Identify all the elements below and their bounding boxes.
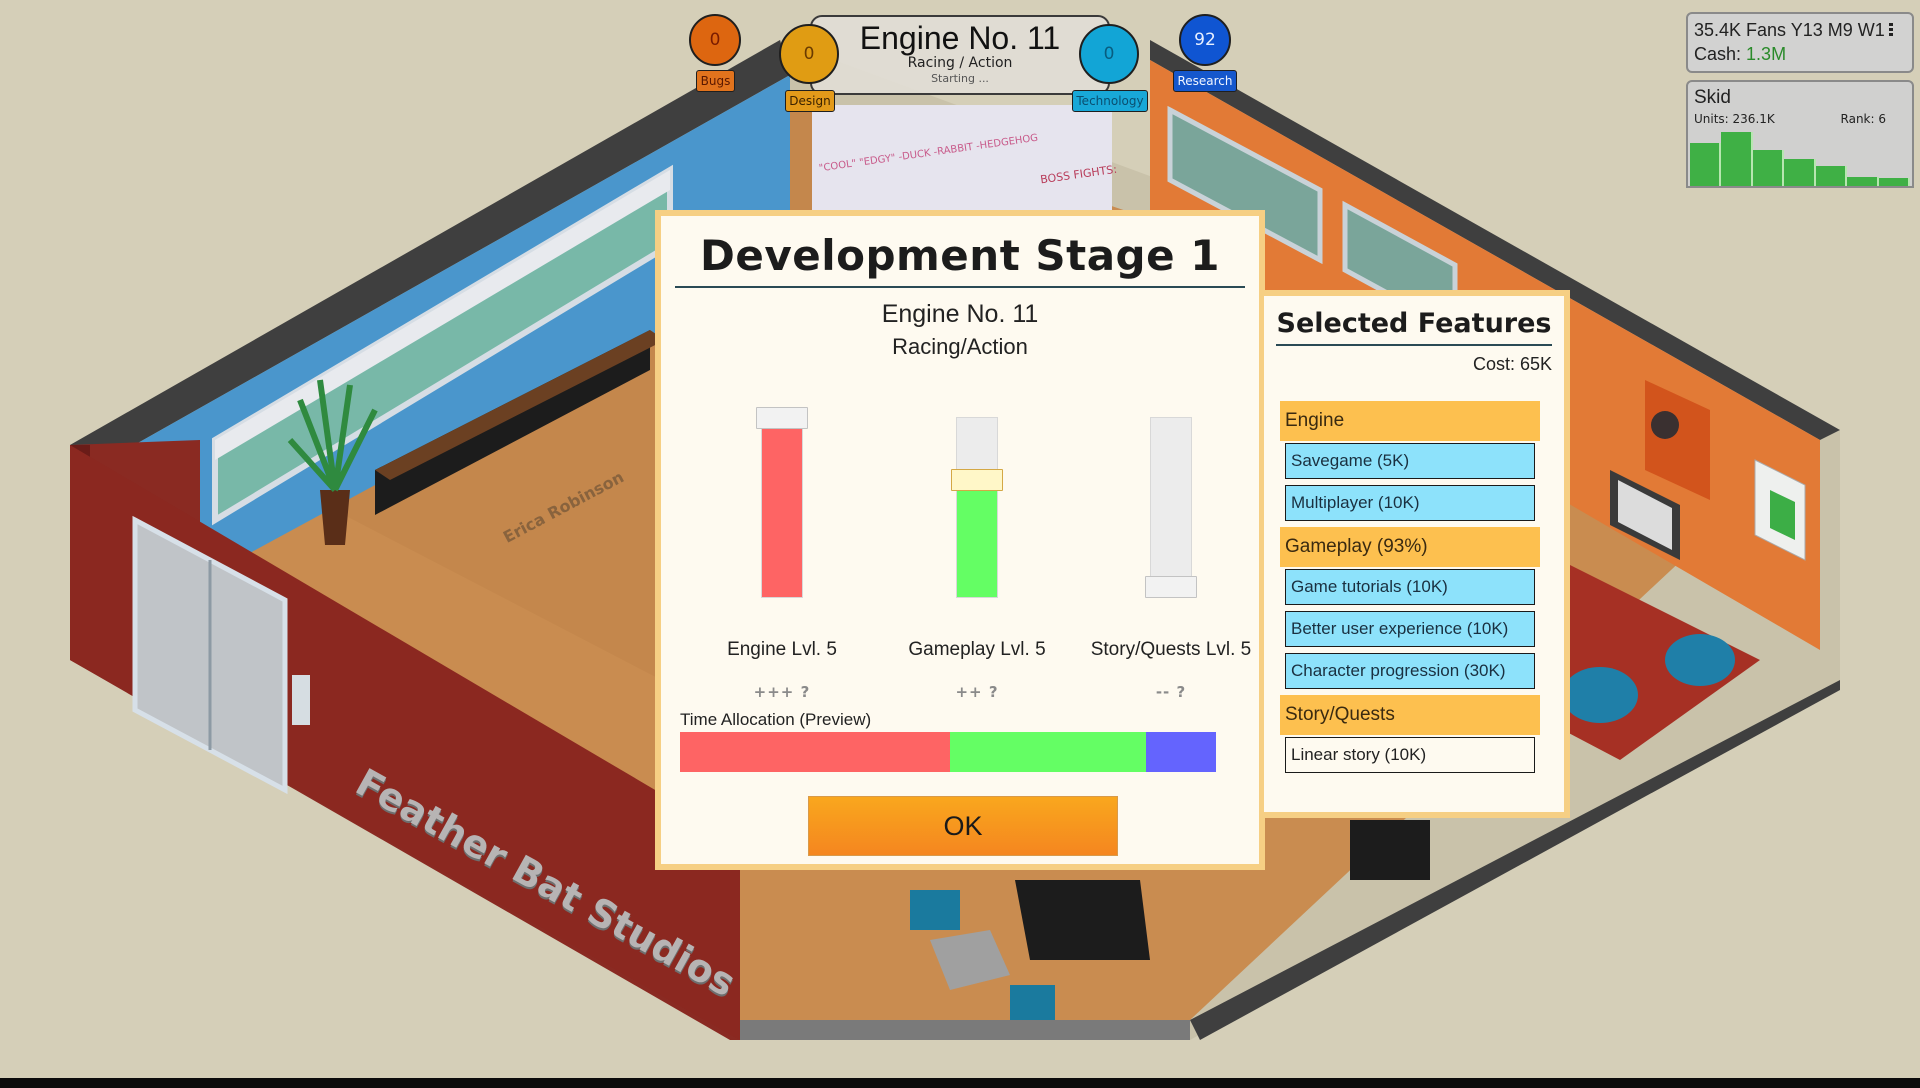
- feature-category: Engine: [1280, 401, 1540, 441]
- features-title: Selected Features: [1276, 308, 1552, 339]
- features-list: Engine Savegame (5K) Multiplayer (10K) Game…: [1280, 401, 1540, 779]
- development-stage-dialog: Development Stage 1 Engine No. 11 Racing…: [655, 210, 1265, 870]
- game-sales-panel[interactable]: Skid Units: 236.1K Rank: 6: [1686, 80, 1914, 188]
- company-stats-panel[interactable]: 35.4K Fans Y13 M9 W1 Cash: 1.3M: [1686, 12, 1914, 73]
- sales-bar: [1752, 149, 1785, 186]
- technology-points-counter: 0: [1079, 24, 1139, 84]
- gameplay-rating: ++ ?: [955, 683, 999, 701]
- engine-slider[interactable]: [712, 406, 852, 606]
- gameplay-slider[interactable]: [907, 406, 1047, 606]
- sales-bar: [1847, 176, 1879, 186]
- feature-item[interactable]: Game tutorials (10K): [1285, 569, 1535, 605]
- sales-meta: Units: 236.1K Rank: 6: [1694, 110, 1906, 128]
- keypad: [292, 675, 310, 725]
- current-game-genre: Racing / Action: [907, 55, 1013, 71]
- dialog-game-name: Engine No. 11: [881, 300, 1039, 328]
- time-segment-engine: [680, 732, 951, 772]
- engine-rating: +++ ?: [753, 683, 811, 701]
- bugs-counter: 0: [689, 14, 741, 66]
- sales-rank: Rank: 6: [1840, 112, 1886, 126]
- sales-units: Units: 236.1K: [1694, 112, 1775, 126]
- small-bookcase: [1350, 820, 1430, 880]
- sales-bar: [1784, 159, 1816, 186]
- design-points-counter: 0: [779, 24, 839, 84]
- gameplay-slider-fill: [957, 490, 997, 597]
- desk: [1015, 880, 1150, 960]
- research-points-counter[interactable]: 92: [1179, 14, 1231, 66]
- gameplay-slider-label: Gameplay Lvl. 5: [908, 639, 1046, 660]
- research-label[interactable]: Research: [1173, 70, 1237, 92]
- selected-features-panel: Selected Features Cost: 65K Engine Savega…: [1264, 290, 1570, 818]
- sales-chart: [1690, 132, 1910, 186]
- story-slider-label: Story/Quests Lvl. 5: [1090, 639, 1252, 660]
- engine-slider-track[interactable]: [761, 417, 803, 598]
- dialog-game-genre: Racing/Action: [892, 334, 1028, 359]
- beanbag-1: [1562, 667, 1638, 723]
- feature-item[interactable]: Linear story (10K): [1285, 737, 1535, 773]
- feature-item[interactable]: Savegame (5K): [1285, 443, 1535, 479]
- time-allocation-label: Time Allocation (Preview): [680, 710, 872, 729]
- sales-game-title: Skid: [1694, 87, 1731, 108]
- features-divider: [1276, 344, 1552, 346]
- cash-row: Cash: 1.3M: [1694, 42, 1906, 66]
- story-slider[interactable]: [1101, 406, 1241, 606]
- sales-bar: [1878, 177, 1910, 186]
- more-menu-icon[interactable]: [1888, 23, 1893, 37]
- feature-category: Story/Quests: [1280, 695, 1540, 735]
- current-game-panel[interactable]: Engine No. 11 Racing / Action Starting .…: [810, 15, 1110, 95]
- feature-item[interactable]: Better user experience (10K): [1285, 611, 1535, 647]
- story-slider-handle[interactable]: [1145, 576, 1197, 598]
- plant-pot: [320, 490, 350, 545]
- floor-edge: [740, 1020, 1190, 1040]
- gameplay-slider-track[interactable]: [956, 417, 998, 598]
- cash-value: 1.3M: [1746, 44, 1787, 64]
- beanbag-2: [1665, 634, 1735, 686]
- title-divider: [675, 286, 1245, 288]
- sales-bar: [1815, 166, 1848, 186]
- ok-button[interactable]: OK: [808, 796, 1118, 856]
- design-label: Design: [785, 90, 835, 112]
- cash-label: Cash:: [1694, 44, 1742, 64]
- time-allocation-bar: [680, 732, 1216, 772]
- story-slider-track[interactable]: [1150, 417, 1192, 598]
- time-segment-story-quests: [1146, 732, 1216, 772]
- bugs-label: Bugs: [696, 70, 735, 92]
- engine-slider-handle[interactable]: [756, 407, 808, 429]
- feature-category: Gameplay (93%): [1280, 527, 1540, 567]
- fans-and-date: 35.4K Fans Y13 M9 W1: [1694, 18, 1906, 42]
- gameplay-slider-handle[interactable]: [951, 469, 1003, 492]
- story-rating: -- ?: [1155, 683, 1187, 701]
- chair-1: [910, 890, 960, 930]
- current-game-status: Starting ...: [931, 72, 989, 85]
- technology-label: Technology: [1072, 90, 1148, 112]
- sales-bar: [1721, 132, 1753, 186]
- chair-2: [1010, 985, 1055, 1020]
- poster-logo: [1651, 411, 1679, 439]
- feature-item[interactable]: Multiplayer (10K): [1285, 485, 1535, 521]
- features-cost: Cost: 65K: [1472, 354, 1552, 374]
- current-game-name: Engine No. 11: [859, 20, 1061, 56]
- game-date: Y13 M9 W1: [1790, 20, 1885, 40]
- engine-slider-fill: [762, 428, 802, 597]
- time-segment-gameplay: [950, 732, 1147, 772]
- sales-bar: [1690, 143, 1722, 186]
- screen-bottom-bar: [0, 1078, 1920, 1088]
- fans-count: 35.4K Fans: [1694, 20, 1787, 40]
- engine-slider-label: Engine Lvl. 5: [727, 639, 837, 660]
- dialog-title: Development Stage 1: [700, 231, 1220, 280]
- feature-item[interactable]: Character progression (30K): [1285, 653, 1535, 689]
